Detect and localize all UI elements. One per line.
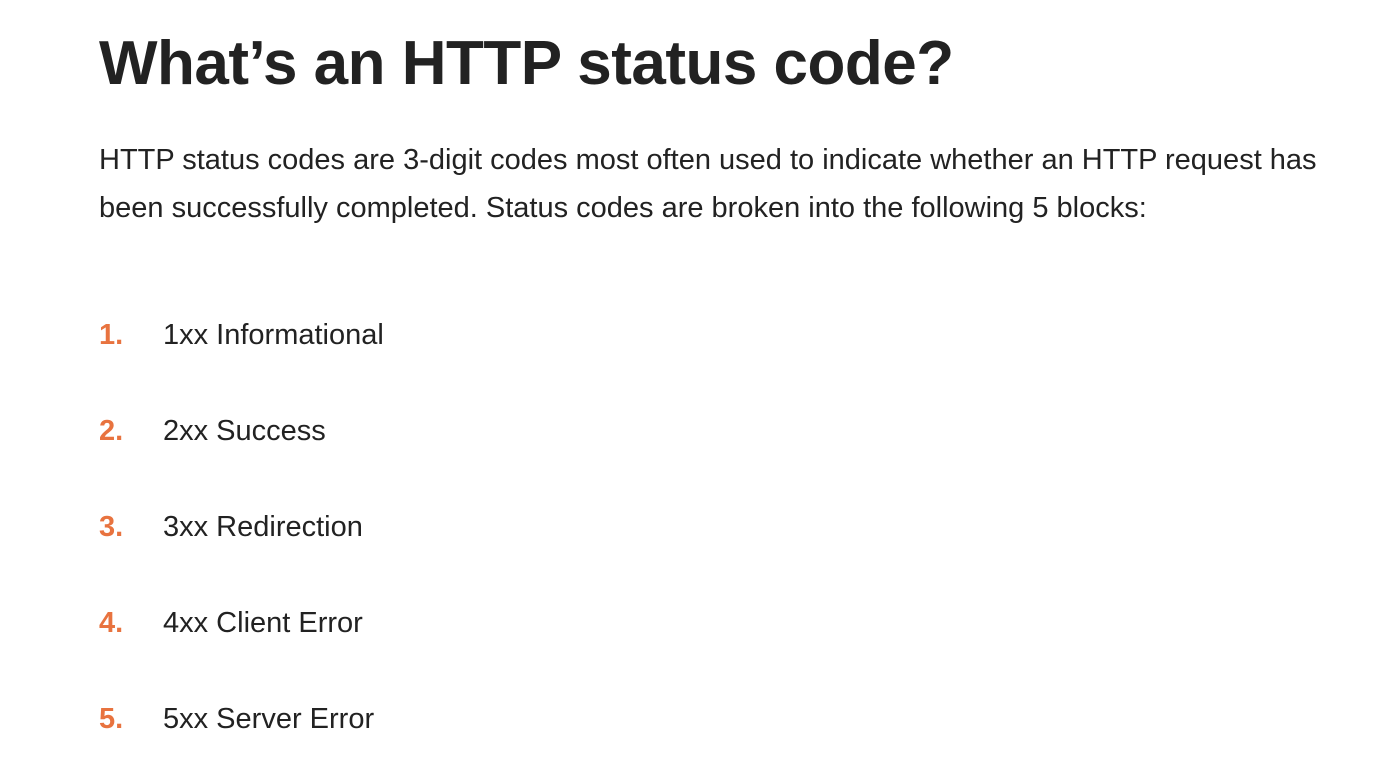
- list-item-label: 1xx Informational: [163, 319, 384, 351]
- list-item-label: 3xx Redirection: [163, 511, 363, 543]
- list-number: 3.: [99, 511, 124, 543]
- list-number: 4.: [99, 607, 124, 639]
- list-number: 2.: [99, 415, 124, 447]
- list-item-label: 5xx Server Error: [163, 703, 375, 735]
- list-number: 1.: [99, 319, 124, 351]
- intro-paragraph: HTTP status codes are 3-digit codes most…: [99, 144, 1317, 224]
- list-item-label: 4xx Client Error: [163, 607, 363, 639]
- list-number: 5.: [99, 703, 124, 735]
- page-title: What’s an HTTP status code?: [99, 29, 954, 98]
- list-item-label: 2xx Success: [163, 415, 326, 447]
